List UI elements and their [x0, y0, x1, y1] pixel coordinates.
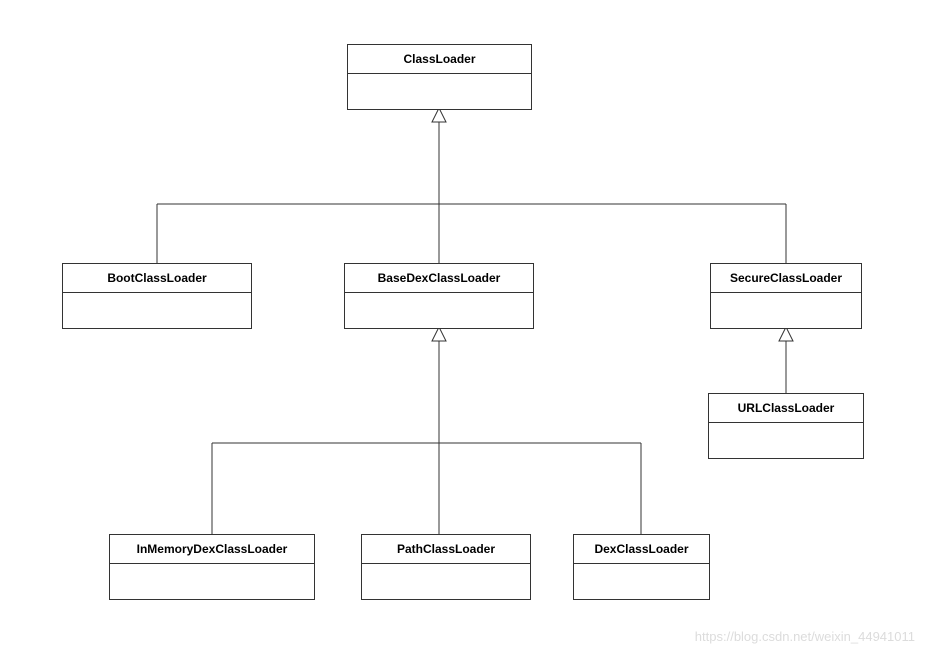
class-title: BootClassLoader [63, 264, 251, 293]
class-body [362, 564, 530, 599]
class-bootclassloader: BootClassLoader [62, 263, 252, 329]
class-title: ClassLoader [348, 45, 531, 74]
class-inmemorydexclassloader: InMemoryDexClassLoader [109, 534, 315, 600]
class-pathclassloader: PathClassLoader [361, 534, 531, 600]
class-title: DexClassLoader [574, 535, 709, 564]
class-body [63, 293, 251, 328]
class-basedexclassloader: BaseDexClassLoader [344, 263, 534, 329]
generalization-arrow-basedex [212, 327, 641, 534]
class-dexclassloader: DexClassLoader [573, 534, 710, 600]
class-title: InMemoryDexClassLoader [110, 535, 314, 564]
class-body [348, 74, 531, 109]
class-title: URLClassLoader [709, 394, 863, 423]
generalization-arrow-classloader [157, 108, 786, 263]
watermark-text: https://blog.csdn.net/weixin_44941011 [695, 629, 915, 644]
class-title: SecureClassLoader [711, 264, 861, 293]
class-body [110, 564, 314, 599]
class-classloader: ClassLoader [347, 44, 532, 110]
generalization-arrow-secure [779, 327, 793, 393]
class-body [709, 423, 863, 458]
class-body [574, 564, 709, 599]
class-urlclassloader: URLClassLoader [708, 393, 864, 459]
class-body [711, 293, 861, 328]
class-body [345, 293, 533, 328]
class-secureclassloader: SecureClassLoader [710, 263, 862, 329]
class-title: BaseDexClassLoader [345, 264, 533, 293]
class-title: PathClassLoader [362, 535, 530, 564]
